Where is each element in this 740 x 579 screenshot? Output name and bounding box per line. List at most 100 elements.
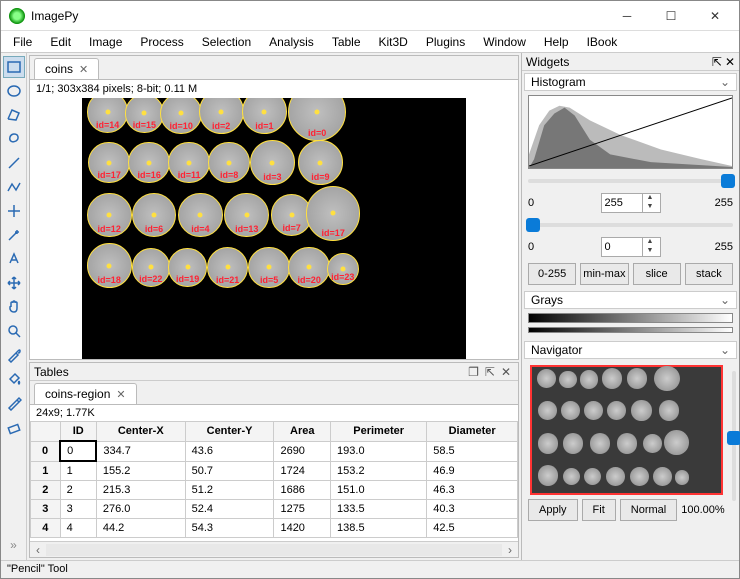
hist-btn-stack[interactable]: stack [685, 263, 733, 285]
tool-polyline[interactable] [3, 176, 25, 198]
navigator-section-header[interactable]: Navigator ⌄ [524, 341, 737, 359]
table-row[interactable]: 00334.743.62690193.058.5 [31, 441, 518, 461]
navigator-zoom-slider[interactable] [731, 365, 737, 521]
close-icon[interactable]: ✕ [725, 55, 735, 69]
menu-plugins[interactable]: Plugins [418, 33, 473, 51]
coin-8[interactable]: id=8 [208, 142, 250, 184]
table-row[interactable]: 11155.250.71724153.246.9 [31, 461, 518, 481]
coin-15[interactable]: id=15 [125, 98, 163, 133]
histogram-section-header[interactable]: Histogram ⌄ [524, 73, 737, 91]
tool-rect-select[interactable] [3, 56, 25, 78]
histogram-lower-slider[interactable] [528, 217, 733, 233]
coin-20[interactable]: id=20 [288, 247, 330, 289]
tool-line[interactable] [3, 152, 25, 174]
image-canvas[interactable]: id=14id=15id=10id=2id=1id=0id=17id=16id=… [82, 98, 466, 359]
coin-5[interactable]: id=5 [248, 247, 290, 289]
menu-process[interactable]: Process [132, 33, 191, 51]
col-ID[interactable]: ID [60, 422, 96, 442]
tool-wand[interactable] [3, 224, 25, 246]
pin-icon[interactable]: ⇱ [712, 55, 722, 69]
menu-image[interactable]: Image [81, 33, 130, 51]
col-index[interactable] [31, 422, 61, 442]
coin-10[interactable]: id=10 [160, 98, 202, 134]
hist-upper-input[interactable]: ▲▼ [601, 193, 661, 213]
coin-11[interactable]: id=11 [168, 142, 210, 184]
app-title: ImagePy [31, 9, 605, 23]
nav-normal-button[interactable]: Normal [620, 499, 677, 521]
table-row[interactable]: 33276.052.41275133.540.3 [31, 500, 518, 519]
tool-bucket[interactable] [3, 368, 25, 390]
maximize-button[interactable]: ☐ [649, 2, 693, 30]
dock-icon[interactable]: ❐ [465, 365, 482, 379]
menu-file[interactable]: File [5, 33, 40, 51]
tool-text[interactable] [3, 248, 25, 270]
menu-selection[interactable]: Selection [194, 33, 259, 51]
image-tab-coins[interactable]: coins ✕ [34, 58, 99, 79]
tool-freehand-select[interactable] [3, 128, 25, 150]
minimize-button[interactable]: ─ [605, 2, 649, 30]
menu-ibook[interactable]: IBook [579, 33, 626, 51]
coin-21[interactable]: id=21 [207, 247, 249, 289]
table-scroll[interactable]: IDCenter-XCenter-YAreaPerimeterDiameter … [30, 421, 518, 541]
menu-window[interactable]: Window [475, 33, 534, 51]
close-icon[interactable]: ✕ [79, 63, 88, 76]
coin-22[interactable]: id=22 [132, 248, 170, 286]
tool-zoom[interactable] [3, 320, 25, 342]
hist-btn-slice[interactable]: slice [633, 263, 681, 285]
table-tab-coins-region[interactable]: coins-region ✕ [34, 383, 137, 404]
coin-0[interactable]: id=0 [288, 98, 346, 141]
hist-btn-0255[interactable]: 0-255 [528, 263, 576, 285]
tool-picker[interactable] [3, 344, 25, 366]
coin-2[interactable]: id=2 [199, 98, 244, 134]
coin-19[interactable]: id=19 [168, 248, 206, 286]
image-canvas-wrap[interactable]: id=14id=15id=10id=2id=1id=0id=17id=16id=… [30, 98, 518, 359]
coin-17[interactable]: id=17 [306, 186, 360, 240]
tool-point[interactable] [3, 200, 25, 222]
col-Center-Y[interactable]: Center-Y [185, 422, 274, 442]
hist-low-label2: 0 [528, 241, 597, 253]
tool-pencil[interactable] [3, 392, 25, 414]
navigator-thumbnail[interactable] [530, 365, 723, 495]
menu-analysis[interactable]: Analysis [261, 33, 322, 51]
menu-table[interactable]: Table [324, 33, 369, 51]
nav-apply-button[interactable]: Apply [528, 499, 578, 521]
col-Area[interactable]: Area [274, 422, 331, 442]
coin-14[interactable]: id=14 [87, 98, 129, 133]
coin-17[interactable]: id=17 [88, 142, 130, 184]
tool-collapse[interactable]: » [3, 534, 25, 556]
menu-help[interactable]: Help [536, 33, 577, 51]
table-h-scrollbar[interactable]: ‹› [30, 541, 518, 557]
coin-3[interactable]: id=3 [250, 140, 295, 185]
tool-eraser[interactable] [3, 416, 25, 438]
coin-1[interactable]: id=1 [242, 98, 287, 134]
tool-ellipse-select[interactable] [3, 80, 25, 102]
histogram-plot[interactable] [528, 95, 733, 169]
table-row[interactable]: 22215.351.21686151.046.3 [31, 481, 518, 500]
hist-lower-input[interactable]: ▲▼ [601, 237, 661, 257]
coin-23[interactable]: id=23 [327, 253, 359, 285]
col-Perimeter[interactable]: Perimeter [331, 422, 427, 442]
coin-12[interactable]: id=12 [87, 193, 132, 238]
close-button[interactable]: ✕ [693, 2, 737, 30]
coin-9[interactable]: id=9 [298, 140, 343, 185]
coin-13[interactable]: id=13 [224, 193, 269, 238]
menu-edit[interactable]: Edit [42, 33, 79, 51]
close-icon[interactable]: ✕ [116, 388, 125, 401]
coin-6[interactable]: id=6 [132, 193, 177, 238]
coin-16[interactable]: id=16 [128, 142, 170, 184]
menu-kit3d[interactable]: Kit3D [371, 33, 416, 51]
coin-18[interactable]: id=18 [87, 243, 132, 288]
hist-btn-minmax[interactable]: min-max [580, 263, 628, 285]
nav-fit-button[interactable]: Fit [582, 499, 616, 521]
colormap-select[interactable]: Grays ⌄ [524, 291, 737, 309]
tool-hand[interactable] [3, 296, 25, 318]
tool-polygon-select[interactable] [3, 104, 25, 126]
coin-4[interactable]: id=4 [178, 193, 223, 238]
pin-icon[interactable]: ⇱ [482, 365, 498, 379]
table-row[interactable]: 4444.254.31420138.542.5 [31, 519, 518, 538]
col-Diameter[interactable]: Diameter [427, 422, 518, 442]
histogram-upper-slider[interactable] [528, 173, 733, 189]
close-icon[interactable]: ✕ [498, 365, 514, 379]
tool-move[interactable] [3, 272, 25, 294]
col-Center-X[interactable]: Center-X [96, 422, 185, 442]
